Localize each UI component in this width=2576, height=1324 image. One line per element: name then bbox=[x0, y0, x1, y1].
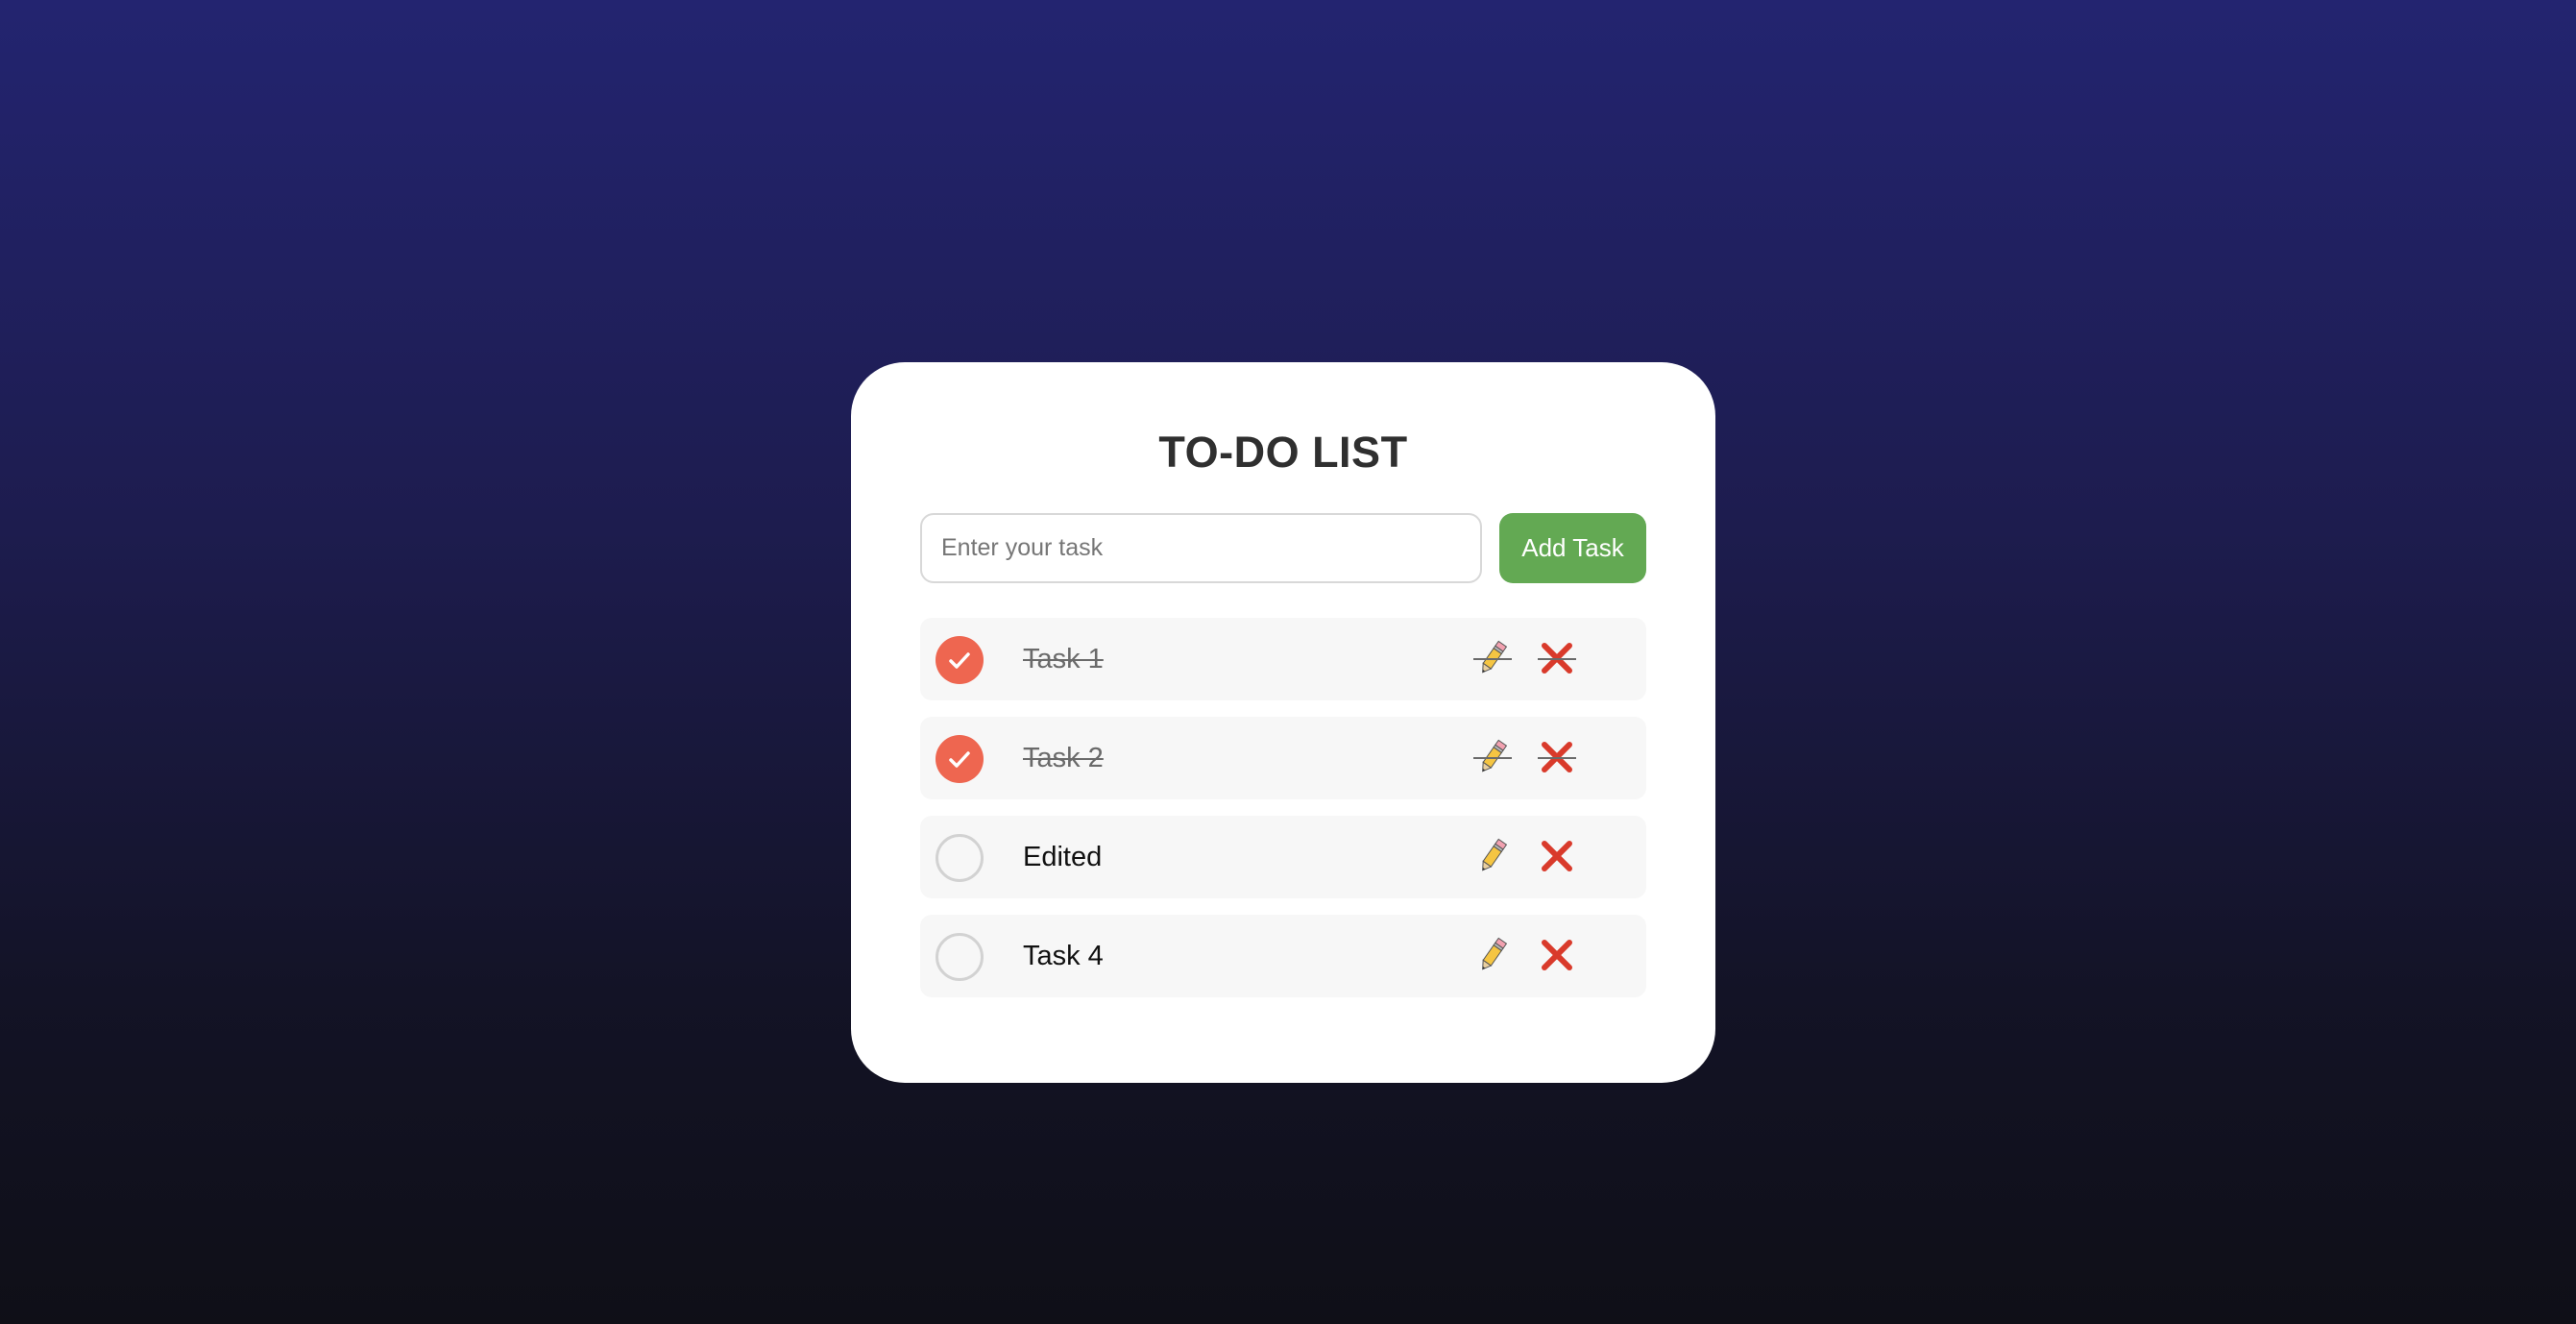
checkmark-icon bbox=[949, 751, 970, 768]
strikethrough-line bbox=[1538, 658, 1576, 660]
task-label: Task 4 bbox=[1023, 941, 1104, 971]
task-label: Task 2 bbox=[1023, 743, 1104, 773]
task-label: Task 1 bbox=[1023, 644, 1104, 674]
task-list: Task 1 Task 2 Edited Task 4 bbox=[920, 618, 1646, 1014]
task-label: Edited bbox=[1023, 842, 1103, 872]
task-item: Edited bbox=[920, 816, 1646, 898]
delete-button[interactable] bbox=[1536, 736, 1578, 778]
edit-button[interactable] bbox=[1471, 835, 1514, 877]
task-toggle[interactable] bbox=[936, 834, 984, 882]
pencil-icon bbox=[1482, 937, 1508, 970]
task-item: Task 1 bbox=[920, 618, 1646, 700]
delete-button[interactable] bbox=[1536, 835, 1578, 877]
strikethrough-line bbox=[1473, 658, 1512, 660]
add-task-button[interactable]: Add Task bbox=[1499, 513, 1646, 583]
pencil-icon bbox=[1482, 838, 1508, 871]
task-item: Task 2 bbox=[920, 717, 1646, 799]
strikethrough-line bbox=[1538, 757, 1576, 759]
delete-button[interactable] bbox=[1536, 934, 1578, 976]
task-toggle[interactable] bbox=[936, 636, 984, 684]
task-item: Task 4 bbox=[920, 915, 1646, 997]
edit-button[interactable] bbox=[1471, 736, 1514, 778]
checkmark-icon bbox=[949, 652, 970, 669]
page-title: TO-DO LIST bbox=[1158, 428, 1408, 477]
cross-icon bbox=[1542, 940, 1572, 970]
cross-icon bbox=[1542, 841, 1572, 871]
todo-card: TO-DO LIST Add Task Task 1 bbox=[851, 362, 1715, 1083]
delete-button[interactable] bbox=[1536, 637, 1578, 679]
task-toggle[interactable] bbox=[936, 735, 984, 783]
task-input[interactable] bbox=[920, 513, 1482, 583]
edit-button[interactable] bbox=[1471, 637, 1514, 679]
strikethrough-line bbox=[1473, 757, 1512, 759]
task-toggle[interactable] bbox=[936, 933, 984, 981]
edit-button[interactable] bbox=[1471, 934, 1514, 976]
